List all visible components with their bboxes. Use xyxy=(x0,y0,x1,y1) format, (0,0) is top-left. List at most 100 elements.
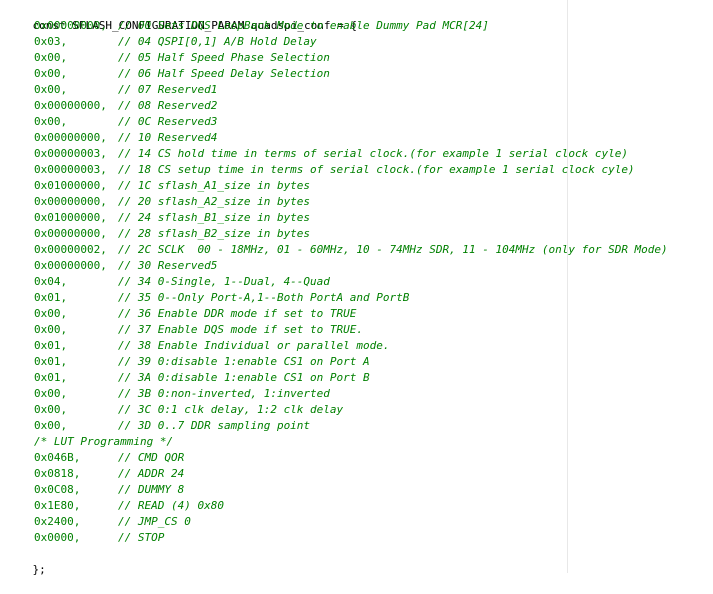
hex-value: 0x00000000, xyxy=(34,227,107,240)
config-entry-line: 0x00, // 06 Half Speed Delay Selection xyxy=(34,66,330,82)
line-comment: // DUMMY 8 xyxy=(118,483,185,496)
config-entry-line: 0x00000000, // 28 sflash_B2_size in bytes xyxy=(34,226,310,242)
line-comment: // 38 Enable Individual or parallel mode… xyxy=(118,339,390,352)
hex-value: 0x01, xyxy=(34,339,68,352)
hex-value: 0x00000002, xyxy=(34,243,107,256)
line-comment: // JMP_CS 0 xyxy=(118,515,191,528)
line-comment: // 07 Reserved1 xyxy=(118,83,218,96)
code-editor[interactable]: const SFLASH_CONFIGURATION_PARAM quadspi… xyxy=(0,0,713,576)
config-entry-line: 0x00, // 36 Enable DDR mode if set to TRU… xyxy=(34,306,356,322)
line-comment: // 05 Half Speed Phase Selection xyxy=(118,51,330,64)
line-comment: // 3A 0:disable 1:enable CS1 on Port B xyxy=(118,371,370,384)
line-comment: // 18 CS setup time in terms of serial c… xyxy=(118,163,635,176)
hex-value: 0x00000000, xyxy=(34,195,107,208)
hex-value: 0x1E80, xyxy=(34,499,81,512)
hex-value: 0x00, xyxy=(34,419,68,432)
hex-value: 0x00, xyxy=(34,403,68,416)
line-comment: // 37 Enable DQS mode if set to TRUE. xyxy=(118,323,364,336)
config-entry-line: 0x01, // 35 0--Only Port-A,1--Both PortA … xyxy=(34,290,409,306)
hex-value: 0x00, xyxy=(34,115,68,128)
config-entry-line: 0x00000000, // 00 Sets DQS LoopBack Mode … xyxy=(34,18,489,34)
hex-value: 0x0818, xyxy=(34,467,81,480)
lut-entry-line: 0x046B, // CMD QOR xyxy=(34,450,184,466)
hex-value: 0x046B, xyxy=(34,451,81,464)
config-entry-line: 0x00, // 0C Reserved3 xyxy=(34,114,217,130)
hex-value: 0x00, xyxy=(34,51,68,64)
hex-value: 0x0000, xyxy=(34,531,81,544)
line-comment: // 2C SCLK 00 - 18MHz, 01 - 60MHz, 10 - … xyxy=(118,243,668,256)
hex-value: 0x01000000, xyxy=(34,179,107,192)
config-entry-line: 0x03, // 04 QSPI[0,1] A/B Hold Delay xyxy=(34,34,317,50)
config-entry-line: 0x00000000, // 08 Reserved2 xyxy=(34,98,217,114)
config-entry-line: 0x00, // 07 Reserved1 xyxy=(34,82,217,98)
config-entry-line: 0x01, // 39 0:disable 1:enable CS1 on Por… xyxy=(34,354,370,370)
hex-value: 0x00000000, xyxy=(34,19,107,32)
config-entry-line: 0x00, // 05 Half Speed Phase Selection xyxy=(34,50,330,66)
line-comment: // 3C 0:1 clk delay, 1:2 clk delay xyxy=(118,403,344,416)
hex-value: 0x00000000, xyxy=(34,131,107,144)
config-entry-line: 0x00000000, // 30 Reserved5 xyxy=(34,258,217,274)
hex-value: 0x01, xyxy=(34,371,68,384)
line-comment: // 00 Sets DQS LoopBack Mode to enable D… xyxy=(118,19,489,32)
hex-value: 0x00000003, xyxy=(34,163,107,176)
config-entry-line: 0x01000000, // 1C sflash_A1_size in bytes xyxy=(34,178,310,194)
line-comment: // 20 sflash_A2_size in bytes xyxy=(118,195,311,208)
lut-entry-line: 0x0C08, // DUMMY 8 xyxy=(34,482,184,498)
declaration-line: const SFLASH_CONFIGURATION_PARAM quadspi… xyxy=(6,2,358,32)
line-comment: // 24 sflash_B1_size in bytes xyxy=(118,211,311,224)
hex-value: 0x00, xyxy=(34,83,68,96)
line-comment: // 1C sflash_A1_size in bytes xyxy=(118,179,311,192)
line-comment: // 06 Half Speed Delay Selection xyxy=(118,67,330,80)
line-comment: // 10 Reserved4 xyxy=(118,131,218,144)
line-comment: // ADDR 24 xyxy=(118,467,185,480)
config-entry-line: 0x00000002, // 2C SCLK 00 - 18MHz, 01 - 6… xyxy=(34,242,668,258)
config-entry-line: 0x01000000, // 24 sflash_B1_size in bytes xyxy=(34,210,310,226)
line-comment: // 08 Reserved2 xyxy=(118,99,218,112)
config-entry-line: 0x00, // 3C 0:1 clk delay, 1:2 clk delay xyxy=(34,402,343,418)
hex-value: 0x0C08, xyxy=(34,483,81,496)
line-comment: // READ (4) 0x80 xyxy=(118,499,224,512)
hex-value: 0x03, xyxy=(34,35,68,48)
line-comment: // 36 Enable DDR mode if set to TRUE xyxy=(118,307,357,320)
hex-value: 0x2400, xyxy=(34,515,81,528)
hex-value: 0x04, xyxy=(34,275,68,288)
hex-value: 0x01000000, xyxy=(34,211,107,224)
config-entry-line: 0x01, // 3A 0:disable 1:enable CS1 on Por… xyxy=(34,370,370,386)
hex-value: 0x00, xyxy=(34,387,68,400)
hex-value: 0x00, xyxy=(34,307,68,320)
config-entry-line: 0x00000000, // 10 Reserved4 xyxy=(34,130,217,146)
line-comment: // 30 Reserved5 xyxy=(118,259,218,272)
config-entry-line: 0x00, // 37 Enable DQS mode if set to TRU… xyxy=(34,322,363,338)
config-entry-line: 0x00, // 3B 0:non-inverted, 1:inverted xyxy=(34,386,330,402)
line-comment: // 28 sflash_B2_size in bytes xyxy=(118,227,311,240)
config-entry-line: 0x00000000, // 20 sflash_A2_size in bytes xyxy=(34,194,310,210)
lut-entry-line: 0x2400, // JMP_CS 0 xyxy=(34,514,191,530)
line-comment: // 35 0--Only Port-A,1--Both PortA and P… xyxy=(118,291,410,304)
line-comment: // 39 0:disable 1:enable CS1 on Port A xyxy=(118,355,370,368)
line-comment: // 04 QSPI[0,1] A/B Hold Delay xyxy=(118,35,317,48)
hex-value: 0x01, xyxy=(34,291,68,304)
right-margin-guide xyxy=(567,0,568,573)
config-entry-line: 0x00000003, // 18 CS setup time in terms … xyxy=(34,162,635,178)
hex-value: 0x00000000, xyxy=(34,99,107,112)
line-comment: // 34 0-Single, 1--Dual, 4--Quad xyxy=(118,275,330,288)
line-comment: // CMD QOR xyxy=(118,451,185,464)
hex-value: 0x00000003, xyxy=(34,147,107,160)
line-comment: // 14 CS hold time in terms of serial cl… xyxy=(118,147,628,160)
hex-value: 0x00, xyxy=(34,67,68,80)
hex-value: 0x01, xyxy=(34,355,68,368)
lut-entry-line: 0x1E80, // READ (4) 0x80 xyxy=(34,498,224,514)
config-entry-line: 0x00000003, // 14 CS hold time in terms o… xyxy=(34,146,628,162)
line-comment: // 3D 0..7 DDR sampling point xyxy=(118,419,311,432)
closing-line: }; xyxy=(6,546,46,576)
closing-brace: }; xyxy=(32,563,46,576)
line-comment: // 0C Reserved3 xyxy=(118,115,218,128)
lut-entry-line: 0x0000, // STOP xyxy=(34,530,164,546)
lut-entry-line: 0x0818, // ADDR 24 xyxy=(34,466,184,482)
hex-value: 0x00, xyxy=(34,323,68,336)
hex-value: 0x00000000, xyxy=(34,259,107,272)
config-entry-line: 0x00, // 3D 0..7 DDR sampling point xyxy=(34,418,310,434)
block-comment: /* LUT Programming */ xyxy=(34,435,174,448)
line-comment: // 3B 0:non-inverted, 1:inverted xyxy=(118,387,330,400)
config-entry-line: 0x04, // 34 0-Single, 1--Dual, 4--Quad xyxy=(34,274,330,290)
